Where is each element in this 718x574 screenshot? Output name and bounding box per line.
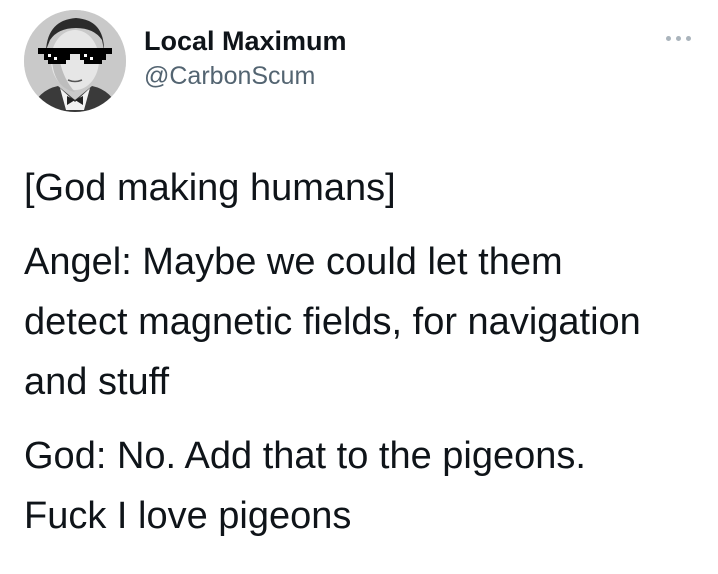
tweet-line: Fuck I love pigeons bbox=[24, 495, 352, 537]
more-horizontal-icon bbox=[666, 36, 671, 41]
tweet-line: God: No. Add that to the pigeons. bbox=[24, 435, 586, 477]
tweet-paragraph: God: No. Add that to the pigeons. Fuck I… bbox=[24, 426, 704, 546]
tweet-header: Local Maximum @CarbonScum bbox=[24, 10, 694, 114]
author-names: Local Maximum @CarbonScum bbox=[144, 24, 347, 92]
display-name[interactable]: Local Maximum bbox=[144, 24, 347, 58]
tweet-paragraph: Angel: Maybe we could let them detect ma… bbox=[24, 232, 704, 412]
tweet-line: and stuff bbox=[24, 361, 170, 403]
tweet-line: Angel: Maybe we could let them bbox=[24, 241, 563, 283]
more-horizontal-icon bbox=[676, 36, 681, 41]
tweet-line: detect magnetic fields, for navigation bbox=[24, 301, 641, 343]
tweet-paragraph: [God making humans] bbox=[24, 158, 704, 218]
avatar[interactable] bbox=[24, 10, 126, 112]
more-horizontal-icon bbox=[686, 36, 691, 41]
profile-avatar-icon bbox=[24, 10, 126, 112]
tweet-line: [God making humans] bbox=[24, 167, 396, 209]
tweet-text: [God making humans] Angel: Maybe we coul… bbox=[24, 158, 704, 546]
more-options-button[interactable] bbox=[662, 30, 694, 46]
tweet: Local Maximum @CarbonScum [God making hu… bbox=[0, 0, 718, 574]
user-handle[interactable]: @CarbonScum bbox=[144, 60, 347, 92]
